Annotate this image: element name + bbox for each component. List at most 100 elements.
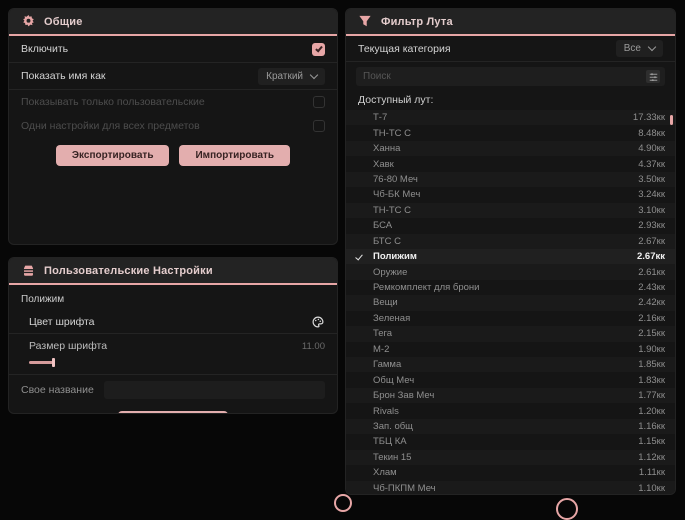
loot-item-name: Гамма — [373, 359, 402, 371]
search-input[interactable]: Поиск — [356, 67, 665, 86]
same-settings-row: Одни настройки для всех предметов — [9, 114, 337, 137]
loot-item-row[interactable]: 76-80 Меч 3.50кк — [346, 171, 675, 188]
loot-item-row[interactable]: Текин 15 1.12кк — [346, 449, 675, 466]
loot-item-row[interactable]: Rivals 1.20кк — [346, 403, 675, 418]
loot-item-name: Rivals — [373, 405, 399, 417]
loot-panel-header: Фильтр Лута — [346, 9, 675, 36]
loot-item-row[interactable]: Общ Меч 1.83кк — [346, 372, 675, 387]
loot-item-row[interactable]: Брон Зав Меч 1.77кк — [346, 387, 675, 404]
loot-item-name: БТС С — [373, 235, 401, 247]
loot-item-row[interactable]: Ремкомплект для брони 2.43кк — [346, 280, 675, 295]
display-name-value: Краткий — [266, 70, 303, 82]
loot-item-name: М-2 — [373, 343, 390, 355]
loot-item-name: Тега — [373, 328, 393, 340]
loot-item-row[interactable]: ТБЦ КА 1.15кк — [346, 434, 675, 449]
loot-item-value: 1.20кк — [638, 405, 665, 417]
custom-panel-header: Пользовательские Настройки — [9, 258, 337, 285]
loot-item-value: 1.77кк — [638, 390, 665, 402]
font-color-label: Цвет шрифта — [29, 315, 95, 328]
same-settings-checkbox[interactable] — [313, 119, 325, 132]
enable-checkbox[interactable] — [312, 42, 325, 56]
loot-item-row[interactable]: Т-7 17.33кк — [346, 110, 675, 126]
palette-icon[interactable] — [311, 315, 325, 329]
loot-item-row[interactable]: Зап. общ 1.16кк — [346, 418, 675, 435]
loot-item-value: 1.10кк — [638, 482, 665, 494]
font-size-slider[interactable] — [29, 358, 325, 367]
export-button[interactable]: Экспортировать — [55, 145, 170, 166]
category-dropdown[interactable]: Все — [615, 40, 663, 57]
loot-item-row[interactable]: Хавк 4.37кк — [346, 156, 675, 171]
loot-item-value: 3.24кк — [638, 189, 665, 201]
loot-item-name: Текин 15 — [373, 451, 412, 463]
funnel-icon — [358, 15, 372, 29]
delete-row: Удалить — [9, 411, 337, 413]
delete-button[interactable]: Удалить — [118, 411, 228, 413]
loot-item-name: Полижим — [373, 251, 417, 263]
loot-item-row[interactable]: Хлам 1.11кк — [346, 465, 675, 480]
user-settings-icon — [21, 264, 35, 278]
loot-item-value: 1.90кк — [638, 343, 665, 355]
loot-item-value: 2.93кк — [638, 220, 665, 232]
loot-item-row[interactable]: БСА 2.93кк — [346, 218, 675, 233]
custom-name-input[interactable] — [103, 381, 325, 399]
import-button[interactable]: Импортировать — [179, 145, 291, 166]
loot-item-value: 17.33кк — [632, 112, 665, 124]
display-name-label: Показать имя как — [21, 70, 106, 82]
loot-item-row[interactable]: М-2 1.90кк — [346, 342, 675, 357]
loot-item-row[interactable]: Зеленая 2.16кк — [346, 311, 675, 326]
category-label: Текущая категория — [358, 42, 451, 55]
decorative-arc — [556, 498, 578, 520]
font-size-row: Размер шрифта 11.00 — [9, 334, 337, 354]
only-custom-checkbox[interactable] — [313, 96, 325, 108]
scrollbar-thumb[interactable] — [670, 115, 673, 125]
loot-item-row[interactable]: Чб-ПКПМ Меч 1.10кк — [346, 480, 675, 494]
export-import-row: Экспортировать Импортировать — [9, 145, 337, 166]
decorative-arc — [334, 494, 352, 512]
loot-item-name: Общ Меч — [373, 374, 415, 386]
slider-track — [29, 361, 53, 364]
display-name-dropdown[interactable]: Краткий — [258, 67, 325, 85]
search-settings-icon[interactable] — [646, 70, 660, 83]
loot-item-name: Зап. общ — [373, 420, 413, 432]
loot-item-name: ТБЦ КА — [373, 436, 407, 448]
font-size-value: 11.00 — [301, 340, 325, 352]
loot-item-row[interactable]: Тега 2.15кк — [346, 326, 675, 342]
chevron-down-icon — [647, 42, 657, 52]
slider-handle[interactable] — [52, 358, 55, 367]
loot-item-value: 1.15кк — [638, 436, 665, 448]
custom-name-label: Свое название — [21, 384, 94, 396]
loot-item-value: 2.67кк — [638, 235, 665, 247]
loot-item-row[interactable]: Ханна 4.90кк — [346, 140, 675, 157]
only-custom-label: Показывать только пользовательские — [21, 96, 205, 108]
loot-item-name: ТН-ТС С — [373, 127, 411, 139]
loot-item-name: Чб-БК Меч — [373, 189, 421, 201]
loot-item-row[interactable]: ТН-ТС С 8.48кк — [346, 125, 675, 140]
loot-item-row[interactable]: Оружие 2.61кк — [346, 264, 675, 280]
only-custom-row: Показывать только пользовательские — [9, 90, 337, 114]
loot-item-row[interactable]: БТС С 2.67кк — [346, 233, 675, 249]
loot-item-row[interactable]: Вещи 2.42кк — [346, 295, 675, 311]
loot-list: Т-7 17.33кк ТН-ТС С 8.48кк Ханна 4.90кк Хавк 4.… — [346, 110, 675, 494]
loot-item-row[interactable]: ТН-ТС С 3.10кк — [346, 202, 675, 219]
enable-label: Включить — [21, 43, 69, 55]
loot-item-row[interactable]: Полижим 2.67кк — [346, 248, 675, 265]
loot-item-name: ТН-ТС С — [373, 204, 411, 216]
check-icon — [314, 44, 323, 52]
loot-item-name: Вещи — [373, 297, 398, 309]
general-panel-title: Общие — [44, 15, 83, 28]
loot-item-value: 2.61кк — [638, 266, 665, 278]
loot-item-value: 2.43кк — [638, 282, 665, 294]
general-panel-header: Общие — [9, 9, 337, 36]
loot-item-value: 2.15кк — [638, 328, 665, 340]
loot-item-name: Т-7 — [373, 112, 388, 124]
loot-item-row[interactable]: Гамма 1.85кк — [346, 357, 675, 373]
loot-item-value: 2.42кк — [638, 297, 665, 309]
loot-item-value: 1.11кк — [638, 467, 665, 479]
loot-item-row[interactable]: Чб-БК Меч 3.24кк — [346, 187, 675, 202]
loot-item-value: 4.37кк — [638, 158, 665, 170]
category-value: Все — [623, 43, 641, 54]
display-name-row: Показать имя как Краткий — [9, 63, 337, 90]
loot-item-name: Зеленая — [373, 312, 411, 324]
loot-item-value: 2.67кк — [637, 251, 665, 263]
loot-item-value: 2.16кк — [638, 312, 665, 324]
